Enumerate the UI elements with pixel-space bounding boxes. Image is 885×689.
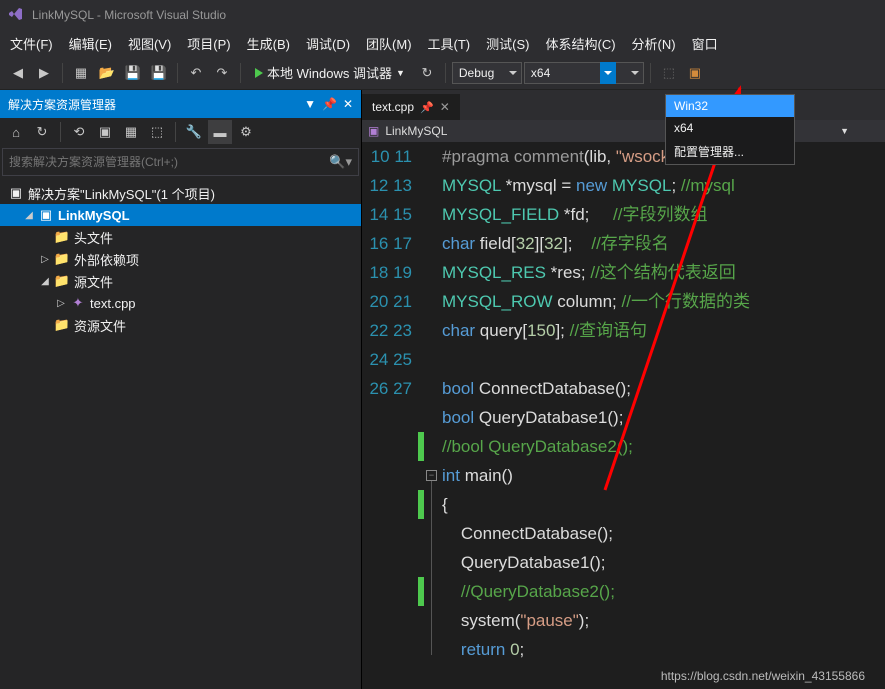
folder-icon: 📁 xyxy=(54,229,70,245)
close-tab-icon[interactable]: ✕ xyxy=(440,100,450,114)
menu-item[interactable]: 项目(P) xyxy=(179,30,238,57)
menu-item[interactable]: 编辑(E) xyxy=(61,30,120,57)
close-panel-icon[interactable]: ✕ xyxy=(343,97,353,111)
expand-icon[interactable]: ▷ xyxy=(40,254,50,265)
line-number-gutter: 10 11 12 13 14 15 16 17 18 19 20 21 22 2… xyxy=(362,142,424,689)
editor-tab[interactable]: text.cpp 📌 ✕ xyxy=(362,94,460,120)
platform-dropdown-list[interactable]: Win32x64配置管理器... xyxy=(665,94,795,165)
source-file-node[interactable]: ▷ ✦ text.cpp xyxy=(0,292,361,314)
menu-item[interactable]: 工具(T) xyxy=(420,30,479,57)
collapse-icon[interactable]: ▣ xyxy=(93,120,117,144)
config-dropdown[interactable]: Debug xyxy=(452,62,522,84)
wrench-icon[interactable]: 🔧 xyxy=(182,120,206,144)
save-button[interactable]: 💾 xyxy=(121,61,145,85)
undo-button[interactable]: ↶ xyxy=(184,61,208,85)
dropdown-item[interactable]: 配置管理器... xyxy=(666,139,794,164)
menu-item[interactable]: 体系结构(C) xyxy=(537,30,623,57)
chevron-down-icon[interactable]: ▼ xyxy=(840,126,849,136)
filter-icon[interactable]: ⚙ xyxy=(234,120,258,144)
editor-area: text.cpp 📌 ✕ ▣ LinkMySQL ▼ 10 11 12 13 1… xyxy=(362,90,885,689)
sync-icon[interactable]: ⟲ xyxy=(67,120,91,144)
redo-button[interactable]: ↷ xyxy=(210,61,234,85)
menu-item[interactable]: 调试(D) xyxy=(298,30,358,57)
menu-item[interactable]: 生成(B) xyxy=(239,30,298,57)
vs-logo-icon xyxy=(8,6,24,25)
menu-item[interactable]: 窗口 xyxy=(684,30,726,57)
folder-icon: 📁 xyxy=(54,317,70,333)
start-debug-label: 本地 Windows 调试器 xyxy=(267,63,392,82)
solution-explorer: 解决方案资源管理器 ▼ 📌 ✕ ⌂ ↻ ⟲ ▣ ▦ ⬚ 🔧 ▬ ⚙ 🔍▾ xyxy=(0,90,362,689)
expand-icon[interactable]: ◢ xyxy=(24,210,34,221)
play-icon xyxy=(255,68,263,78)
solution-tree: ▣ 解决方案"LinkMySQL"(1 个项目) ◢ ▣ LinkMySQL 📁… xyxy=(0,178,361,340)
editor-tabs: text.cpp 📌 ✕ xyxy=(362,90,885,120)
external-deps-folder[interactable]: ▷ 📁 外部依赖项 xyxy=(0,248,361,270)
search-input[interactable] xyxy=(9,155,329,169)
save-all-button[interactable]: 💾 xyxy=(147,61,171,85)
menu-item[interactable]: 测试(S) xyxy=(478,30,537,57)
menu-item[interactable]: 分析(N) xyxy=(624,30,684,57)
project-icon: ▣ xyxy=(368,124,379,138)
refresh-button[interactable]: ↻ xyxy=(415,61,439,85)
headers-folder[interactable]: 📁 头文件 xyxy=(0,226,361,248)
resources-folder[interactable]: 📁 资源文件 xyxy=(0,314,361,336)
pin-icon[interactable]: 📌 xyxy=(322,97,337,111)
forward-button[interactable]: ▶ xyxy=(32,61,56,85)
project-node[interactable]: ◢ ▣ LinkMySQL xyxy=(0,204,361,226)
dropdown-item[interactable]: x64 xyxy=(666,117,794,139)
code-editor[interactable]: 10 11 12 13 14 15 16 17 18 19 20 21 22 2… xyxy=(362,142,885,689)
code-content[interactable]: #pragma comment(lib, "wsock32.lib"MYSQL … xyxy=(442,142,885,689)
watermark-text: https://blog.csdn.net/weixin_43155866 xyxy=(661,669,865,683)
find-button[interactable]: ⬚ xyxy=(657,61,681,85)
properties-icon[interactable]: ⬚ xyxy=(145,120,169,144)
open-button[interactable]: 📂 xyxy=(95,61,119,85)
platform-dropdown[interactable]: x64 xyxy=(524,62,644,84)
menu-item[interactable]: 文件(F) xyxy=(2,30,61,57)
extension-button[interactable]: ▣ xyxy=(683,61,707,85)
solution-search[interactable]: 🔍▾ xyxy=(2,148,359,176)
main-toolbar: ◀ ▶ ▦ 📂 💾 💾 ↶ ↷ 本地 Windows 调试器 ▼ ↻ Debug… xyxy=(0,56,885,90)
folder-icon: 📁 xyxy=(54,273,70,289)
solution-toolbar: ⌂ ↻ ⟲ ▣ ▦ ⬚ 🔧 ▬ ⚙ xyxy=(0,118,361,146)
home-icon[interactable]: ⌂ xyxy=(4,120,28,144)
solution-icon: ▣ xyxy=(8,185,24,201)
navigation-bar[interactable]: ▣ LinkMySQL ▼ xyxy=(362,120,885,142)
start-debug-button[interactable]: 本地 Windows 调试器 ▼ xyxy=(247,61,413,85)
menu-item[interactable]: 团队(M) xyxy=(358,30,420,57)
dropdown-item[interactable]: Win32 xyxy=(666,95,794,117)
new-project-button[interactable]: ▦ xyxy=(69,61,93,85)
pin-icon[interactable]: 📌 xyxy=(420,101,434,114)
crumb-project: LinkMySQL xyxy=(385,124,447,138)
solution-explorer-header: 解决方案资源管理器 ▼ 📌 ✕ xyxy=(0,90,361,118)
dropdown-icon[interactable]: ▼ xyxy=(304,97,316,111)
show-all-icon[interactable]: ▦ xyxy=(119,120,143,144)
folder-icon: 📁 xyxy=(54,251,70,267)
solution-node[interactable]: ▣ 解决方案"LinkMySQL"(1 个项目) xyxy=(0,182,361,204)
panel-title: 解决方案资源管理器 xyxy=(8,96,116,113)
cpp-file-icon: ✦ xyxy=(70,295,86,311)
titlebar: LinkMySQL - Microsoft Visual Studio xyxy=(0,0,885,30)
back-button[interactable]: ◀ xyxy=(6,61,30,85)
tab-label: text.cpp xyxy=(372,100,414,114)
back-nav-icon[interactable]: ↻ xyxy=(30,120,54,144)
sources-folder[interactable]: ◢ 📁 源文件 xyxy=(0,270,361,292)
view-icon[interactable]: ▬ xyxy=(208,120,232,144)
expand-icon[interactable]: ◢ xyxy=(40,276,50,287)
expand-icon[interactable]: ▷ xyxy=(56,298,66,309)
window-title: LinkMySQL - Microsoft Visual Studio xyxy=(32,8,226,22)
menubar: 文件(F)编辑(E)视图(V)项目(P)生成(B)调试(D)团队(M)工具(T)… xyxy=(0,30,885,56)
fold-column[interactable]: − xyxy=(424,142,442,689)
search-icon[interactable]: 🔍▾ xyxy=(329,154,352,170)
project-icon: ▣ xyxy=(38,207,54,223)
menu-item[interactable]: 视图(V) xyxy=(120,30,179,57)
